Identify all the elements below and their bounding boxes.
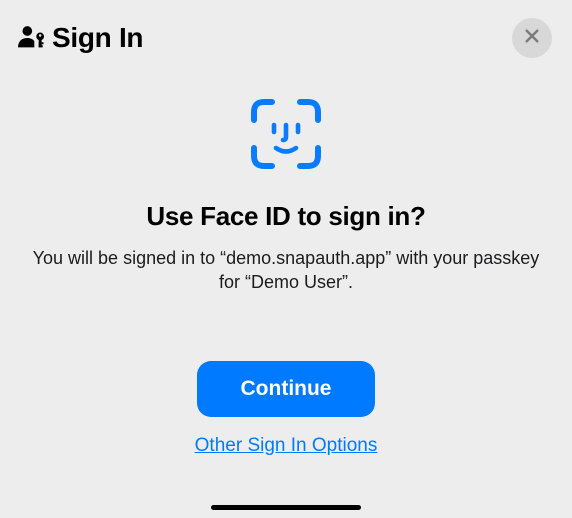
sheet-content: Use Face ID to sign in? You will be sign… [0, 98, 572, 457]
faceid-icon [250, 98, 322, 175]
sheet-title: Sign In [52, 22, 143, 54]
continue-button[interactable]: Continue [197, 361, 376, 417]
close-button[interactable] [512, 18, 552, 58]
person-passkey-icon [18, 24, 46, 52]
actions: Continue Other Sign In Options [28, 361, 544, 457]
prompt-title: Use Face ID to sign in? [28, 201, 544, 232]
prompt-body: You will be signed in to “demo.snapauth.… [28, 246, 544, 295]
sheet-header: Sign In [0, 0, 572, 58]
other-sign-in-options-link[interactable]: Other Sign In Options [195, 435, 378, 457]
home-indicator[interactable] [211, 505, 361, 510]
faceid-icon-wrap [28, 98, 544, 175]
close-icon [523, 27, 541, 50]
header-left: Sign In [18, 22, 143, 54]
